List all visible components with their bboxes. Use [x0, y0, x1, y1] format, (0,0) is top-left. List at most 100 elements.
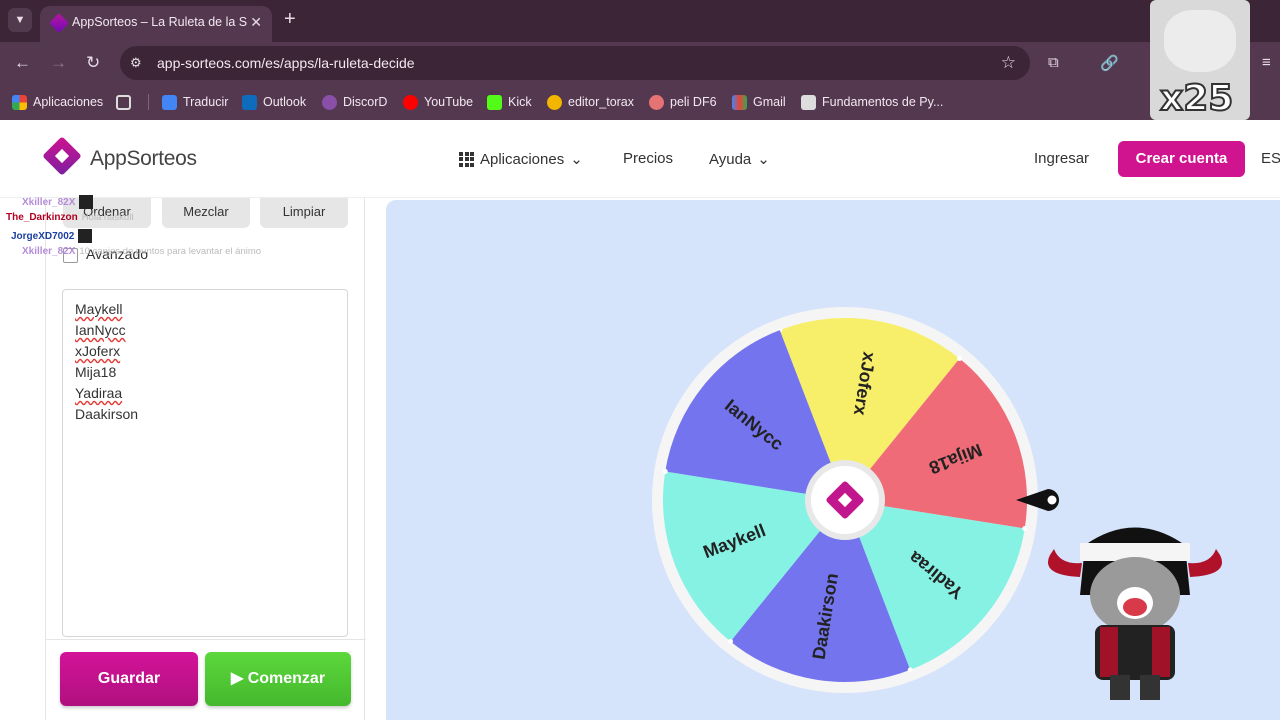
bookmark-label: editor_torax: [568, 95, 635, 109]
url-text: app-sorteos.com/es/apps/la-ruleta-decide: [157, 55, 415, 71]
entries-textarea[interactable]: Maykell IanNycc xJoferx Mija18 Yadiraa D…: [62, 289, 348, 637]
bookmark-label: peli DF6: [670, 95, 717, 109]
bookmark-gmail[interactable]: Gmail: [732, 93, 786, 111]
wheel-peg: [662, 469, 668, 475]
appsorteos-logo-icon[interactable]: [42, 136, 82, 176]
chat-text: Hola haskull: [81, 212, 134, 223]
chat-message: The_Darkinzon Hola haskull: [6, 212, 133, 223]
translate-icon: [162, 94, 177, 110]
chat-username: JorgeXD7002: [11, 230, 75, 242]
cat-face-icon: [1164, 10, 1236, 72]
chat-username: Xkiller_82X: [22, 196, 76, 208]
back-icon[interactable]: ←: [14, 53, 31, 73]
browser-tab[interactable]: AppSorteos – La Ruleta de la Su ✕: [40, 6, 272, 42]
bookmark-kick[interactable]: Kick: [487, 93, 532, 111]
bookmark-label: Outlook: [263, 95, 307, 109]
bookmark-label: Fundamentos de Py...: [822, 95, 944, 109]
reload-icon[interactable]: ↻: [86, 53, 100, 73]
kick-icon: [487, 94, 502, 110]
bookmark-youtube[interactable]: YouTube: [403, 93, 473, 111]
language-selector[interactable]: ES: [1261, 150, 1280, 167]
wheel-peg: [727, 638, 733, 644]
tab-search-button[interactable]: ▼: [8, 8, 32, 32]
entries-panel: Ordenar Mezclar Limpiar Avanzado Maykell…: [45, 198, 366, 720]
reading-list-icon[interactable]: ≡: [1262, 54, 1271, 71]
entry-line: IanNycc: [75, 322, 126, 338]
wheel-peg: [1022, 525, 1028, 531]
apps-grid-icon: [12, 94, 27, 110]
chat-text: 10 canjes de puntos para levantar el áni…: [79, 246, 262, 257]
tab-close-icon[interactable]: ✕: [250, 14, 262, 31]
nav-label: Ayuda: [709, 150, 752, 168]
wheel-peg: [957, 356, 963, 362]
chat-avatar-icon: [79, 195, 94, 209]
forward-icon[interactable]: →: [50, 53, 67, 73]
peli-icon: [649, 94, 664, 110]
outlook-icon: [242, 94, 257, 110]
grid-icon: [116, 94, 131, 110]
cat-emote-overlay: x25: [1150, 0, 1250, 120]
apps-grid-icon: [459, 151, 474, 167]
bookmark-outlook[interactable]: Outlook: [242, 93, 306, 111]
save-button[interactable]: Guardar: [60, 652, 198, 706]
signup-button[interactable]: Crear cuenta: [1118, 141, 1245, 177]
entry-line: xJoferx: [75, 343, 121, 359]
bookmark-traducir[interactable]: Traducir: [162, 93, 228, 111]
bookmark-star-icon[interactable]: ☆: [1001, 53, 1016, 73]
bookmark-label: DiscorD: [343, 95, 388, 109]
document-icon: [801, 94, 816, 110]
chevron-down-icon: ⌄: [757, 151, 770, 168]
emote-count: x25: [1159, 77, 1234, 120]
new-tab-button[interactable]: +: [284, 9, 296, 29]
site-logo[interactable]: AppSorteos: [90, 147, 197, 171]
nav-aplicaciones[interactable]: Aplicaciones ⌄: [459, 150, 583, 168]
chat-message: Xkiller_82X 10 canjes de puntos para lev…: [22, 246, 261, 257]
bookmark-editor[interactable]: editor_torax: [547, 93, 634, 111]
prize-wheel[interactable]: xJoferxMija18YadiraaDaakirsonMaykellIanN…: [650, 305, 1040, 695]
discord-icon: [322, 94, 337, 110]
wheel-peg: [907, 667, 913, 673]
bookmark-apps[interactable]: Aplicaciones: [12, 93, 103, 111]
site-info-icon[interactable]: ⚙: [130, 55, 142, 71]
start-button[interactable]: ▶ Comenzar: [205, 652, 351, 706]
login-link[interactable]: Ingresar: [1034, 150, 1089, 167]
panel-divider: [46, 639, 366, 640]
chevron-down-icon: ⌄: [570, 151, 583, 168]
nav-precios[interactable]: Precios: [623, 150, 673, 167]
browser-toolbar: ← → ↻ ⚙ app-sorteos.com/es/apps/la-rulet…: [0, 42, 1280, 84]
entry-line: Daakirson: [75, 406, 139, 422]
bookmark-label: YouTube: [424, 95, 474, 109]
entry-line: Mija18: [75, 364, 117, 380]
gmail-icon: [732, 94, 747, 110]
entry-line: Maykell: [75, 301, 123, 317]
nav-ayuda[interactable]: Ayuda ⌄: [709, 150, 770, 169]
bookmark-label: Kick: [508, 95, 532, 109]
bookmark-discord[interactable]: DiscorD: [322, 93, 387, 111]
editor-icon: [547, 94, 562, 110]
address-bar[interactable]: ⚙ app-sorteos.com/es/apps/la-ruleta-deci…: [120, 46, 1030, 80]
link-icon[interactable]: 🔗: [1100, 54, 1119, 72]
bookmark-fundamentos[interactable]: Fundamentos de Py...: [801, 93, 943, 111]
start-label: Comenzar: [247, 670, 326, 687]
chat-message: Xkiller_82X: [22, 195, 94, 209]
chat-username: The_Darkinzon: [6, 212, 78, 223]
chat-message: JorgeXD7002: [11, 229, 93, 243]
extensions-icon[interactable]: ⧉: [1048, 54, 1059, 71]
chat-avatar-icon: [78, 229, 93, 243]
nav-label: Aplicaciones: [480, 150, 565, 168]
bookmark-peli[interactable]: peli DF6: [649, 93, 717, 111]
streamer-avatar-mascot: [1048, 527, 1222, 700]
wheel-pointer-icon: [1016, 489, 1059, 511]
appsorteos-favicon-icon: [49, 13, 69, 33]
site-header: AppSorteos Aplicaciones ⌄ Precios Ayuda …: [0, 120, 1280, 198]
clear-button[interactable]: Limpiar: [260, 198, 348, 228]
bookmarks-bar: Aplicaciones Traducir Outlook DiscorD Yo…: [0, 84, 1280, 120]
bookmark-grid[interactable]: [116, 93, 131, 111]
chat-username: Xkiller_82X: [22, 246, 76, 257]
bookmark-label: Traducir: [183, 95, 229, 109]
shuffle-button[interactable]: Mezclar: [162, 198, 250, 228]
browser-tab-bar: ▼ AppSorteos – La Ruleta de la Su ✕ +: [0, 0, 1280, 42]
play-icon: ▶: [230, 670, 248, 687]
bookmark-label: Aplicaciones: [33, 95, 104, 109]
bookmark-label: Gmail: [753, 95, 786, 109]
